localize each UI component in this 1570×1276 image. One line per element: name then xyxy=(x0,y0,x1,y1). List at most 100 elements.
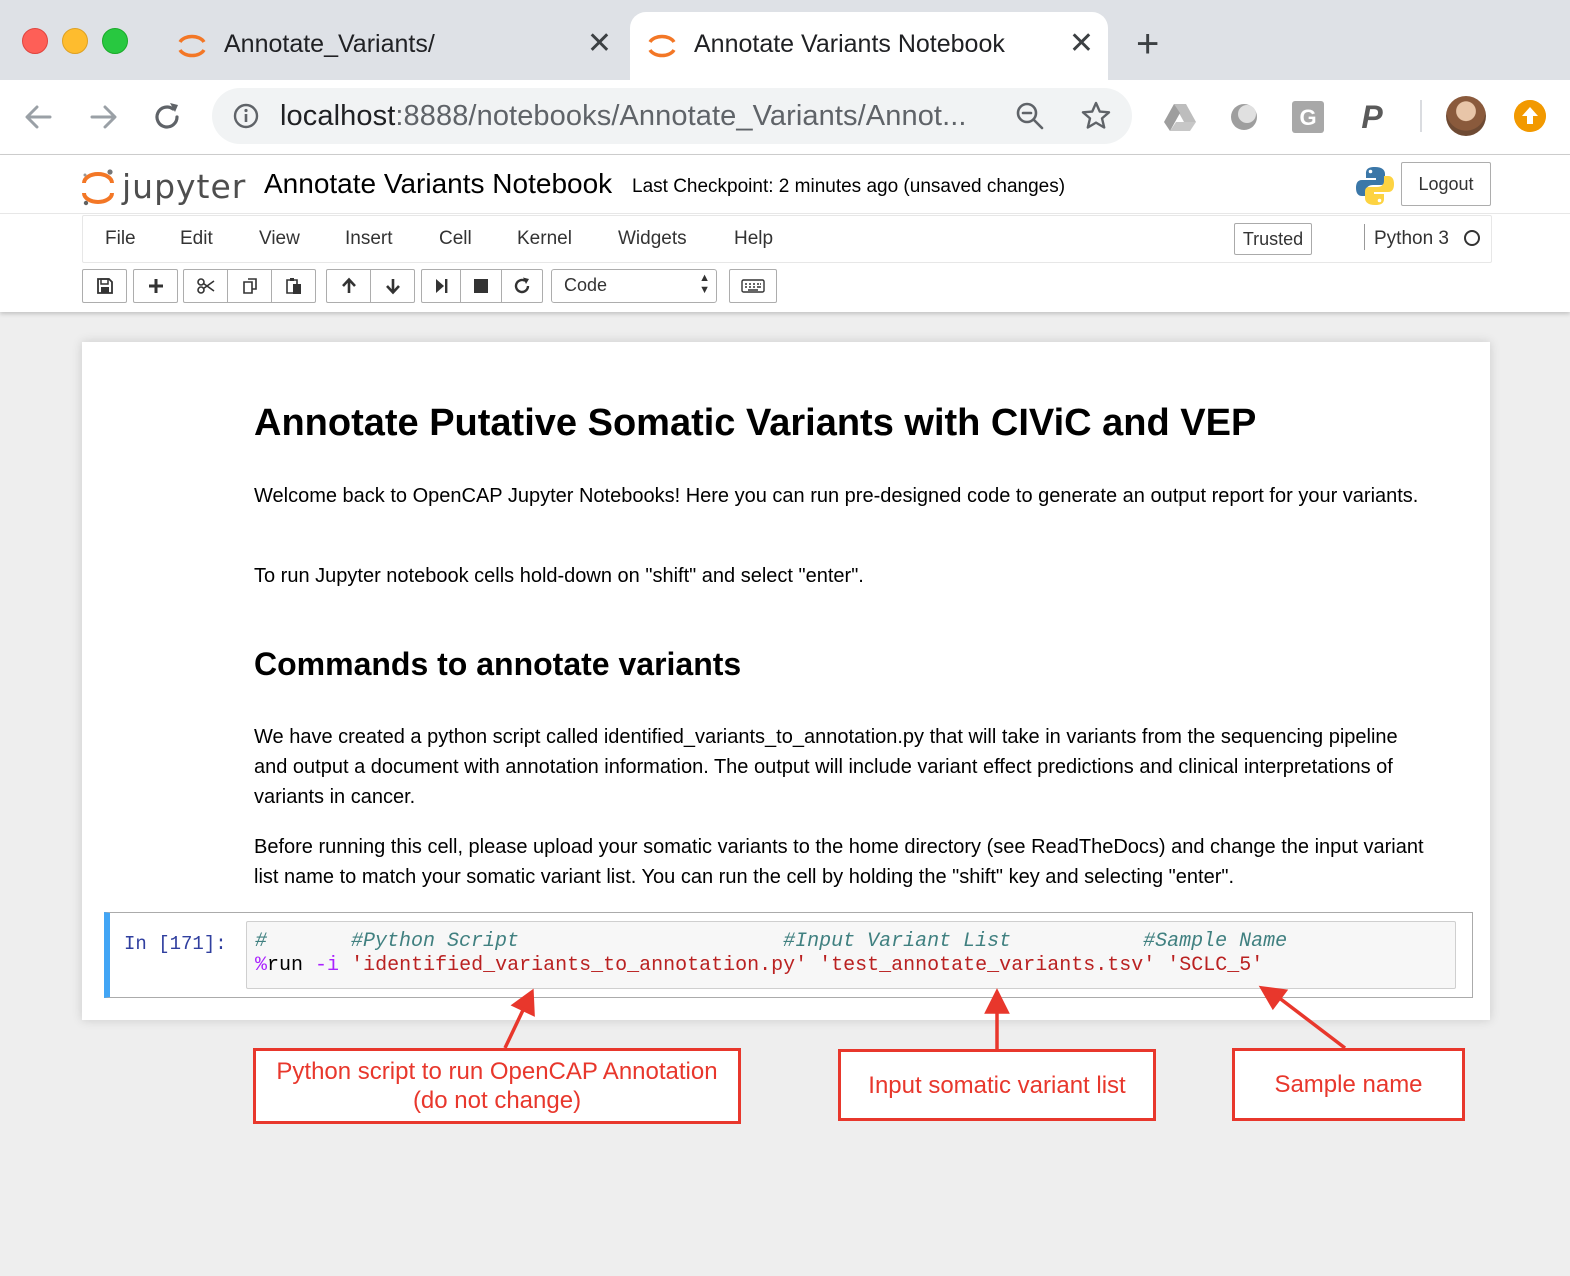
new-tab-icon[interactable]: + xyxy=(1136,24,1159,64)
cell-prompt: In [171]: xyxy=(124,933,227,955)
menu-widgets[interactable]: Widgets xyxy=(618,228,687,250)
move-up-icon xyxy=(341,277,356,293)
window-close-button[interactable] xyxy=(22,28,48,54)
keyboard-icon xyxy=(741,279,765,293)
annotation-sample-name: Sample name xyxy=(1232,1048,1465,1121)
jupyter-logo-icon xyxy=(82,169,114,206)
tab-title: Annotate Variants Notebook xyxy=(694,30,1005,58)
bookmark-star-icon[interactable] xyxy=(1080,100,1112,132)
save-group xyxy=(82,269,127,303)
browser-tab-annotate-variants-dir[interactable]: Annotate_Variants/ ✕ xyxy=(160,12,626,80)
menu-view[interactable]: View xyxy=(259,228,300,250)
profile-avatar[interactable] xyxy=(1446,96,1486,136)
markdown-heading-2: Commands to annotate variants xyxy=(254,646,742,682)
paste-icon xyxy=(285,278,301,294)
kernel-separator xyxy=(1364,224,1365,250)
notebook-page: Annotate Putative Somatic Variants with … xyxy=(82,342,1490,1020)
move-down-button[interactable] xyxy=(371,270,414,302)
restart-icon xyxy=(514,277,530,294)
code-string-script: 'identified_variants_to_annotation.py' xyxy=(351,954,808,977)
notebook-name[interactable]: Annotate Variants Notebook xyxy=(264,168,612,200)
run-button[interactable] xyxy=(422,270,461,302)
logout-button[interactable]: Logout xyxy=(1401,162,1491,206)
close-icon[interactable]: ✕ xyxy=(587,28,612,60)
menubar: File Edit View Insert Cell Kernel Widget… xyxy=(82,215,1492,263)
interrupt-button[interactable] xyxy=(461,270,502,302)
address-bar[interactable]: localhost:8888/notebooks/Annotate_Varian… xyxy=(212,88,1132,144)
cut-button[interactable] xyxy=(184,270,228,302)
edit-group xyxy=(183,269,316,303)
insert-group xyxy=(133,269,178,303)
paste-button[interactable] xyxy=(272,270,315,302)
code-line-comments[interactable]: # #Python Script #Input Variant List #Sa… xyxy=(255,930,1287,953)
code-comment: #Input Variant List xyxy=(783,930,1144,953)
close-icon[interactable]: ✕ xyxy=(1069,28,1094,60)
save-button[interactable] xyxy=(83,270,126,302)
google-drive-icon[interactable] xyxy=(1163,100,1197,134)
select-arrows-icon: ▲ ▼ xyxy=(699,272,710,296)
insert-cell-button[interactable] xyxy=(134,270,177,302)
header-divider xyxy=(0,213,1570,214)
python-logo-icon xyxy=(1356,167,1394,205)
save-icon xyxy=(96,278,113,294)
zoom-icon[interactable] xyxy=(1014,100,1046,132)
run-group xyxy=(421,269,543,303)
menu-cell[interactable]: Cell xyxy=(439,228,472,250)
update-arrow-icon[interactable] xyxy=(1514,100,1546,132)
browser-toolbar: localhost:8888/notebooks/Annotate_Varian… xyxy=(0,80,1570,155)
markdown-paragraph: To run Jupyter notebook cells hold-down … xyxy=(254,565,864,587)
cell-type-value: Code xyxy=(564,275,608,295)
svg-text:P: P xyxy=(1361,100,1383,134)
stop-icon xyxy=(474,279,488,293)
extension-circle-icon[interactable] xyxy=(1227,100,1261,134)
kernel-idle-indicator xyxy=(1464,230,1480,246)
cell-type-select[interactable]: Code ▲ ▼ xyxy=(551,269,717,303)
code-magic: % xyxy=(255,954,268,977)
info-icon[interactable] xyxy=(232,102,260,130)
command-palette-button[interactable] xyxy=(729,269,777,303)
reload-icon[interactable] xyxy=(148,98,186,136)
jupyter-header: jupyter Annotate Variants Notebook Last … xyxy=(0,155,1570,312)
code-comment: #Sample Name xyxy=(1143,930,1288,953)
restart-button[interactable] xyxy=(502,270,542,302)
add-icon xyxy=(148,279,163,293)
menu-edit[interactable]: Edit xyxy=(180,228,213,250)
kernel-name: Python 3 xyxy=(1374,228,1449,249)
menu-file[interactable]: File xyxy=(105,228,136,250)
move-down-icon xyxy=(385,279,400,295)
jupyter-favicon-icon xyxy=(648,34,676,58)
window-minimize-button[interactable] xyxy=(62,28,88,54)
url-text[interactable]: localhost:8888/notebooks/Annotate_Varian… xyxy=(280,100,967,133)
menu-insert[interactable]: Insert xyxy=(345,228,393,250)
code-comment: # xyxy=(255,930,352,953)
markdown-paragraph: Welcome back to OpenCAP Jupyter Notebook… xyxy=(254,485,1419,507)
code-line-run[interactable]: %run -i 'identified_variants_to_annotati… xyxy=(255,954,1263,977)
grammarly-icon[interactable]: G xyxy=(1291,100,1325,134)
url-path: :8888/notebooks/Annotate_Variants/Annot.… xyxy=(395,100,967,132)
browser-tab-notebook[interactable]: Annotate Variants Notebook ✕ xyxy=(630,12,1108,80)
menu-kernel[interactable]: Kernel xyxy=(517,228,572,250)
toolbar-separator xyxy=(1420,100,1422,132)
notebook-toolbar: Code ▲ ▼ xyxy=(82,269,802,303)
annotation-input-list: Input somatic variant list xyxy=(838,1049,1156,1121)
code-command: run xyxy=(267,954,316,977)
menu-help[interactable]: Help xyxy=(734,228,773,250)
jupyter-logo[interactable]: jupyter xyxy=(80,163,245,211)
forward-arrow-icon[interactable] xyxy=(84,98,122,136)
code-cell-selected[interactable]: In [171]: # #Python Script #Input Varian… xyxy=(104,912,1473,998)
svg-text:G: G xyxy=(1299,105,1316,130)
checkpoint-status: Last Checkpoint: 2 minutes ago (unsaved … xyxy=(632,176,1066,197)
move-group xyxy=(326,269,415,303)
code-editor[interactable]: # #Python Script #Input Variant List #Sa… xyxy=(246,921,1456,989)
code-comment: #Python Script xyxy=(351,930,784,953)
trusted-indicator[interactable]: Trusted xyxy=(1234,223,1312,255)
markdown-heading-1: Annotate Putative Somatic Variants with … xyxy=(254,402,1257,444)
paypal-icon[interactable]: P xyxy=(1355,100,1389,134)
url-host: localhost xyxy=(280,100,396,132)
markdown-paragraph: We have created a python script called i… xyxy=(254,726,1398,808)
copy-button[interactable] xyxy=(228,270,272,302)
jupyter-favicon-icon xyxy=(178,34,206,58)
back-arrow-icon[interactable] xyxy=(20,98,58,136)
move-up-button[interactable] xyxy=(327,270,371,302)
window-zoom-button[interactable] xyxy=(102,28,128,54)
